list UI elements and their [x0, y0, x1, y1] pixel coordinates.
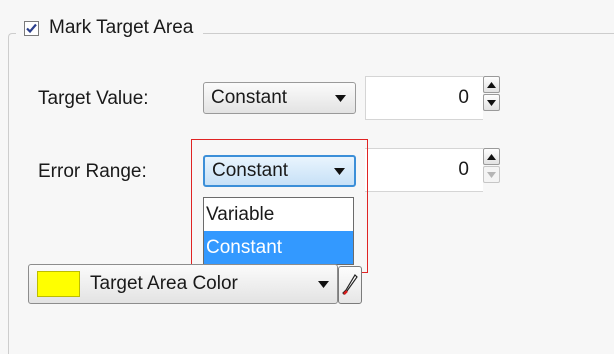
- checkmark-icon: [26, 23, 37, 33]
- group-header: Mark Target Area: [16, 14, 204, 42]
- arrow-up-icon: [487, 153, 496, 160]
- target-value-label: Target Value:: [38, 88, 149, 109]
- error-range-label: Error Range:: [38, 161, 147, 182]
- arrow-up-icon: [487, 81, 496, 88]
- target-value-mode-text: Constant: [211, 87, 288, 108]
- arrow-down-icon: [487, 99, 496, 106]
- eyedropper-icon: [342, 274, 358, 295]
- color-swatch: [37, 271, 80, 297]
- target-value-increment-button[interactable]: [483, 76, 500, 93]
- target-area-color-label: Target Area Color: [90, 273, 238, 294]
- target-value-input[interactable]: 0: [365, 76, 483, 120]
- error-range-input[interactable]: 0: [365, 148, 483, 192]
- arrow-down-icon: [487, 171, 496, 178]
- mark-target-area-checkbox[interactable]: [24, 20, 39, 36]
- target-value-mode-select[interactable]: Constant: [203, 82, 356, 114]
- target-area-color-select[interactable]: Target Area Color: [28, 264, 338, 304]
- chevron-down-icon: [335, 95, 346, 102]
- color-picker-button[interactable]: [338, 266, 362, 304]
- target-value-number: 0: [458, 87, 469, 108]
- highlight-annotation: [191, 139, 368, 273]
- error-range-decrement-button[interactable]: [483, 166, 500, 183]
- chevron-down-icon: [318, 281, 329, 288]
- error-range-increment-button[interactable]: [483, 148, 500, 165]
- target-value-decrement-button[interactable]: [483, 94, 500, 111]
- group-title: Mark Target Area: [49, 17, 194, 38]
- error-range-number: 0: [458, 159, 469, 180]
